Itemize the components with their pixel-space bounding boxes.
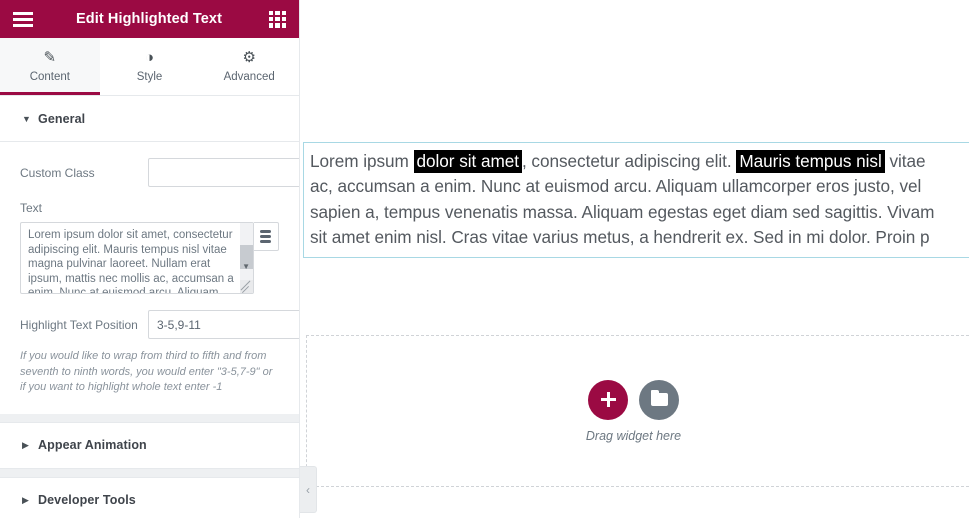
highlighted-segment: dolor sit amet <box>414 150 522 173</box>
control-custom-class: Custom Class <box>20 158 279 187</box>
text-area-wrap: Lorem ipsum dolor sit amet, consectetur … <box>20 222 279 294</box>
chevron-left-icon: ‹ <box>306 483 310 497</box>
chevron-right-icon: ▶ <box>22 440 38 451</box>
section-body-general: Custom Class Text Lorem ipsum dolor sit … <box>0 142 299 414</box>
widget-line-1: Lorem ipsum dolor sit amet, consectetur … <box>310 149 969 174</box>
tab-style[interactable]: ◑ Style <box>100 38 200 95</box>
highlighted-text-widget[interactable]: Lorem ipsum dolor sit amet, consectetur … <box>303 142 969 258</box>
widget-line-4: sit amet enim nisl. Cras vitae varius me… <box>310 225 969 250</box>
section-divider-1 <box>0 414 299 423</box>
section-divider-2 <box>0 469 299 478</box>
widget-dropzone[interactable]: Drag widget here <box>306 335 969 487</box>
highlighted-segment: Mauris tempus nisl <box>736 150 884 173</box>
widget-line-3: sapien a, tempus venenatis massa. Aliqua… <box>310 200 969 225</box>
scroll-down-icon[interactable]: ▼ <box>240 262 253 271</box>
text-segment: , consectetur adipiscing elit. <box>522 151 736 171</box>
widgets-grid-icon[interactable] <box>269 11 286 28</box>
section-label-appear-animation: Appear Animation <box>38 438 147 452</box>
text-dynamic-tags-icon[interactable] <box>254 222 279 251</box>
dropzone-inner: Drag widget here <box>307 336 960 486</box>
section-label-general: General <box>38 112 85 126</box>
pencil-icon: ✎ <box>44 50 57 65</box>
editor-canvas: Lorem ipsum dolor sit amet, consectetur … <box>300 0 969 518</box>
highlight-position-helper-text: If you would like to wrap from third to … <box>20 349 279 396</box>
section-header-general[interactable]: ▼ General <box>0 96 299 142</box>
panel-collapse-handle[interactable]: ‹ <box>300 466 317 513</box>
tab-advanced[interactable]: ⚙ Advanced <box>199 38 299 95</box>
plus-icon <box>601 392 616 407</box>
text-textarea-value: Lorem ipsum dolor sit amet, consectetur … <box>21 223 253 294</box>
section-header-developer-tools[interactable]: ▶ Developer Tools <box>0 478 299 518</box>
custom-class-input-wrap <box>148 158 300 187</box>
editor-panel: Edit Highlighted Text ✎ Content ◑ Style … <box>0 0 300 518</box>
text-segment: vitae <box>885 151 926 171</box>
section-header-appear-animation[interactable]: ▶ Appear Animation <box>0 423 299 469</box>
chevron-right-icon: ▶ <box>22 495 38 506</box>
panel-header: Edit Highlighted Text <box>0 0 299 38</box>
dropzone-label: Drag widget here <box>586 429 681 443</box>
elementor-editor: Edit Highlighted Text ✎ Content ◑ Style … <box>0 0 969 518</box>
chevron-down-icon: ▼ <box>22 114 38 124</box>
highlight-position-input-wrap <box>148 310 300 339</box>
contrast-icon: ◑ <box>145 50 154 65</box>
tab-content[interactable]: ✎ Content <box>0 38 100 95</box>
section-label-developer-tools: Developer Tools <box>38 493 136 507</box>
text-segment: Lorem ipsum <box>310 151 414 171</box>
tab-style-label: Style <box>137 71 163 83</box>
text-textarea[interactable]: Lorem ipsum dolor sit amet, consectetur … <box>20 222 254 294</box>
control-text: Text Lorem ipsum dolor sit amet, consect… <box>20 201 279 294</box>
add-template-button[interactable] <box>639 380 679 420</box>
folder-icon <box>651 393 668 406</box>
tab-advanced-label: Advanced <box>224 71 275 83</box>
widget-line-2: ac, accumsan a enim. Nunc at euismod arc… <box>310 174 969 199</box>
panel-title: Edit Highlighted Text <box>29 11 269 27</box>
highlight-position-label: Highlight Text Position <box>20 318 148 332</box>
dropzone-buttons <box>588 380 679 420</box>
highlight-position-input[interactable] <box>148 310 300 339</box>
text-label: Text <box>20 201 279 215</box>
control-highlight-position: Highlight Text Position <box>20 310 279 339</box>
tab-content-label: Content <box>30 71 70 83</box>
gear-icon: ⚙ <box>242 50 255 65</box>
custom-class-input[interactable] <box>148 158 300 187</box>
textarea-resize-grip[interactable] <box>240 280 253 293</box>
panel-tabs: ✎ Content ◑ Style ⚙ Advanced <box>0 38 299 96</box>
add-widget-button[interactable] <box>588 380 628 420</box>
custom-class-label: Custom Class <box>20 166 148 180</box>
